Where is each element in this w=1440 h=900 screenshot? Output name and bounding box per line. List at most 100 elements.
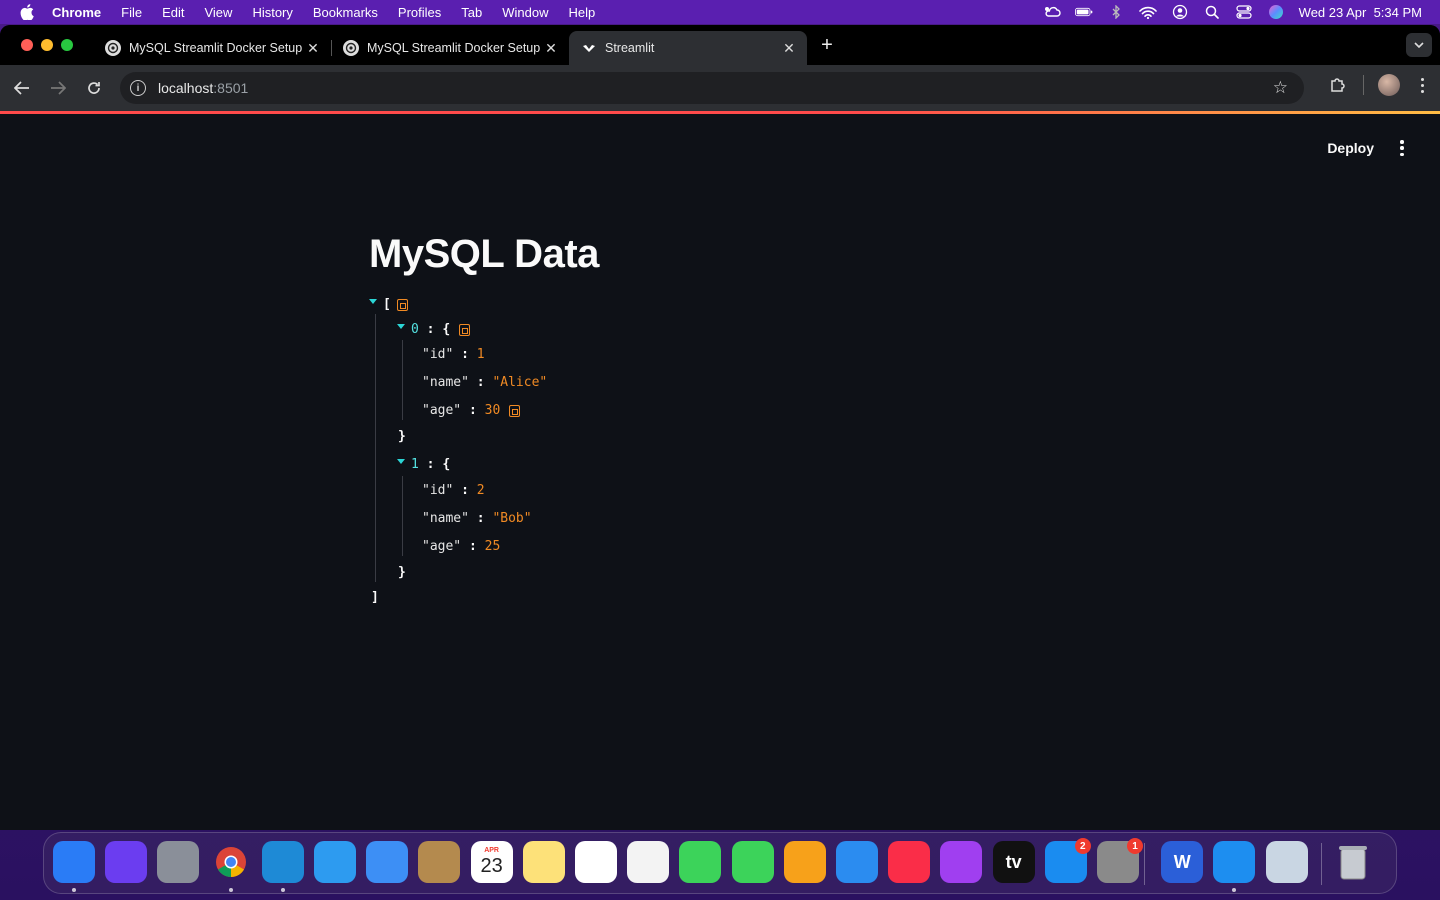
word-dock-icon[interactable]: W [1161, 841, 1204, 883]
json-root-row: [ [369, 296, 408, 314]
json-close-brace: } [398, 565, 406, 580]
cloud-weather-icon[interactable] [1043, 5, 1061, 19]
menu-view[interactable]: View [204, 5, 232, 20]
json-close-brace-row: } [398, 564, 406, 582]
browser-toolbar: i localhost:8501 ☆ [0, 65, 1440, 111]
main-menu-icon[interactable] [1398, 140, 1406, 156]
new-tab-button[interactable]: + [813, 31, 841, 59]
tab-mysql-streamlit-1[interactable]: MySQL Streamlit Docker Setup ✕ [93, 31, 332, 65]
minimize-window-button[interactable] [41, 39, 53, 51]
wifi-icon[interactable] [1138, 5, 1157, 19]
reload-icon[interactable] [80, 74, 108, 102]
extensions-puzzle-icon[interactable] [1327, 74, 1349, 96]
json-field-row: "id" : 2 [422, 482, 485, 500]
notes-dock-icon[interactable] [522, 841, 565, 883]
streamlit-app: Deploy MySQL Data [ 0 : { "id" : 1 "name… [0, 114, 1440, 830]
user-icon[interactable] [1171, 4, 1189, 20]
tab-mysql-streamlit-2[interactable]: MySQL Streamlit Docker Setup ✕ [331, 31, 569, 65]
reminders-dock-icon[interactable] [575, 841, 617, 883]
word-label: W [1173, 851, 1191, 872]
menubar-clock[interactable]: Wed 23 Apr 5:34 PM [1299, 5, 1422, 20]
back-arrow-icon[interactable] [8, 74, 36, 102]
menu-bookmarks[interactable]: Bookmarks [313, 5, 378, 20]
system-settings-notification-badge: 1 [1127, 838, 1143, 854]
url-host: localhost [158, 80, 214, 96]
chrome-dock-icon[interactable] [210, 841, 252, 883]
pages-dock-icon[interactable] [783, 841, 826, 883]
apple-tv-label: tv [1005, 851, 1022, 872]
browser-window: MySQL Streamlit Docker Setup ✕ MySQL Str… [0, 25, 1440, 830]
copy-icon[interactable] [509, 404, 521, 417]
json-field-row: "id" : 1 [422, 346, 485, 364]
site-info-icon[interactable]: i [130, 80, 146, 96]
url-port: :8501 [213, 80, 249, 96]
apple-menu-icon[interactable] [18, 3, 36, 21]
forward-arrow-icon[interactable] [44, 74, 72, 102]
safari-dock-icon[interactable] [314, 841, 356, 883]
toolbar-divider [1363, 75, 1364, 95]
finder-dock-icon[interactable] [53, 841, 95, 883]
json-field-row: "age" : 30 [422, 402, 521, 420]
messages-dock-icon[interactable] [679, 841, 722, 883]
bookmark-star-icon[interactable]: ☆ [1273, 78, 1288, 98]
json-colon: : [426, 457, 435, 472]
trash-dock-icon[interactable] [1332, 841, 1374, 883]
menu-history[interactable]: History [252, 5, 292, 20]
collapse-caret-icon[interactable] [369, 299, 377, 304]
copy-icon[interactable] [396, 298, 408, 311]
menu-profiles[interactable]: Profiles [398, 5, 441, 20]
close-tab-icon[interactable]: ✕ [305, 40, 321, 56]
launchpad-dock-icon[interactable] [157, 841, 200, 883]
siri-dock-icon[interactable] [105, 841, 148, 883]
menu-file[interactable]: File [121, 5, 142, 20]
chrome-menu-icon[interactable] [1414, 74, 1430, 96]
close-window-button[interactable] [21, 39, 33, 51]
address-bar[interactable]: i localhost:8501 ☆ [120, 72, 1304, 104]
control-center-icon[interactable] [1235, 5, 1253, 19]
maximize-window-button[interactable] [61, 39, 73, 51]
json-index: 0 [411, 322, 419, 337]
bluetooth-icon[interactable] [1107, 5, 1125, 19]
close-tab-icon[interactable]: ✕ [781, 40, 797, 56]
running-indicator [280, 888, 285, 892]
collapse-caret-icon[interactable] [397, 324, 405, 329]
docker-dock-icon[interactable] [1213, 841, 1256, 883]
profile-avatar[interactable] [1378, 74, 1400, 96]
mail-dock-icon[interactable] [366, 841, 409, 883]
menu-window[interactable]: Window [502, 5, 548, 20]
json-root-close-row: ] [371, 589, 379, 607]
calendar-month: APR [484, 847, 499, 854]
json-guide-line [402, 476, 403, 556]
siri-icon[interactable] [1267, 5, 1285, 19]
tab-search-chevron-icon[interactable] [1406, 33, 1432, 57]
json-close-brace-row: } [398, 428, 406, 446]
copy-icon[interactable] [459, 323, 471, 336]
running-indicator [228, 888, 233, 892]
battery-icon[interactable] [1074, 5, 1093, 19]
menu-edit[interactable]: Edit [162, 5, 184, 20]
podcasts-dock-icon[interactable] [940, 841, 983, 883]
json-colon: : [468, 539, 477, 554]
music-dock-icon[interactable] [888, 841, 931, 883]
json-colon: : [426, 322, 435, 337]
json-string-value: "Bob" [492, 511, 532, 526]
deploy-button[interactable]: Deploy [1327, 140, 1374, 156]
menu-tab[interactable]: Tab [461, 5, 482, 20]
facetime-dock-icon[interactable] [731, 841, 774, 883]
vscode-dock-icon[interactable] [261, 841, 304, 883]
json-field-row: "name" : "Bob" [422, 510, 532, 528]
spotlight-search-icon[interactable] [1203, 5, 1221, 19]
tab-streamlit[interactable]: Streamlit ✕ [569, 31, 807, 65]
calendar-dock-icon[interactable]: APR 23 [470, 841, 513, 883]
json-colon: : [476, 511, 485, 526]
contacts-dock-icon[interactable] [418, 841, 461, 883]
menu-app-chrome[interactable]: Chrome [52, 5, 101, 20]
apple-tv-dock-icon[interactable]: tv [992, 841, 1035, 883]
keynote-dock-icon[interactable] [836, 841, 878, 883]
collapse-caret-icon[interactable] [397, 459, 405, 464]
menu-help[interactable]: Help [569, 5, 596, 20]
preview-dock-icon[interactable] [1265, 841, 1308, 883]
json-open-brace: { [442, 457, 451, 472]
photos-dock-icon[interactable] [627, 841, 670, 883]
close-tab-icon[interactable]: ✕ [543, 40, 559, 56]
